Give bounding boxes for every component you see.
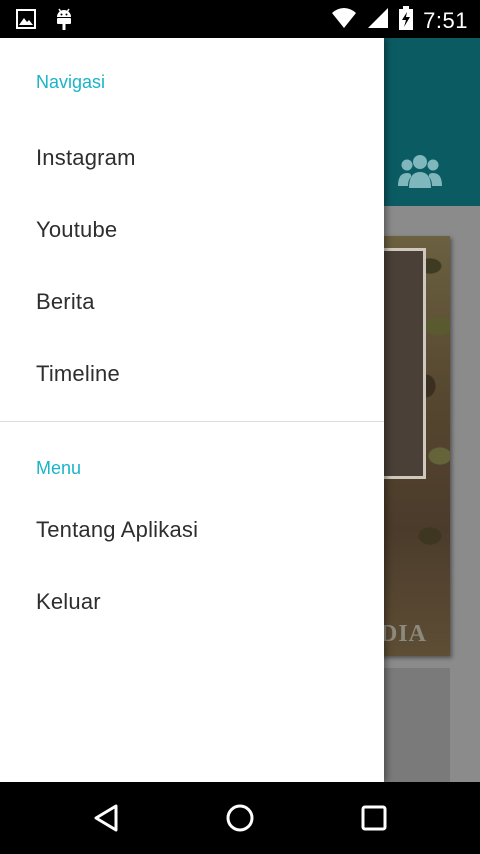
drawer-item-youtube[interactable]: Youtube — [0, 198, 384, 262]
status-time: 7:51 — [423, 7, 468, 33]
signal-icon — [367, 7, 389, 34]
status-bar: 7:51 — [0, 0, 480, 38]
group-icon[interactable] — [398, 150, 442, 195]
drawer-item-label: Timeline — [36, 361, 120, 386]
drawer-item-timeline[interactable]: Timeline — [0, 342, 384, 406]
drawer-item-label: Berita — [36, 289, 95, 314]
home-icon[interactable] — [224, 802, 256, 834]
section-header-navigasi: Navigasi — [36, 72, 106, 92]
battery-charging-icon — [399, 6, 414, 35]
back-icon[interactable] — [92, 802, 124, 834]
section-header-menu: Menu — [36, 458, 82, 478]
drawer-item-keluar[interactable]: Keluar — [0, 570, 384, 634]
image-icon — [16, 9, 36, 34]
drawer-divider — [0, 421, 384, 422]
card-watermark: DIA — [380, 621, 428, 647]
drawer-item-label: Keluar — [36, 589, 101, 614]
drawer-item-label: Youtube — [36, 217, 118, 242]
drawer-item-label: Tentang Aplikasi — [36, 517, 199, 542]
system-nav-bar — [0, 782, 480, 854]
drawer-item-instagram[interactable]: Instagram — [0, 126, 384, 190]
drawer-item-label: Instagram — [36, 145, 136, 170]
wifi-icon — [331, 7, 357, 34]
recents-icon[interactable] — [358, 802, 390, 834]
navigation-drawer: Navigasi Instagram Youtube Berita Timeli… — [0, 38, 384, 782]
screen: 7:51 DIA Navigasi Instagram Youtube Beri… — [0, 0, 480, 854]
drawer-item-tentang-aplikasi[interactable]: Tentang Aplikasi — [0, 498, 384, 562]
drawer-item-berita[interactable]: Berita — [0, 270, 384, 334]
android-debug-icon — [54, 7, 74, 36]
photo-frame — [380, 248, 426, 479]
